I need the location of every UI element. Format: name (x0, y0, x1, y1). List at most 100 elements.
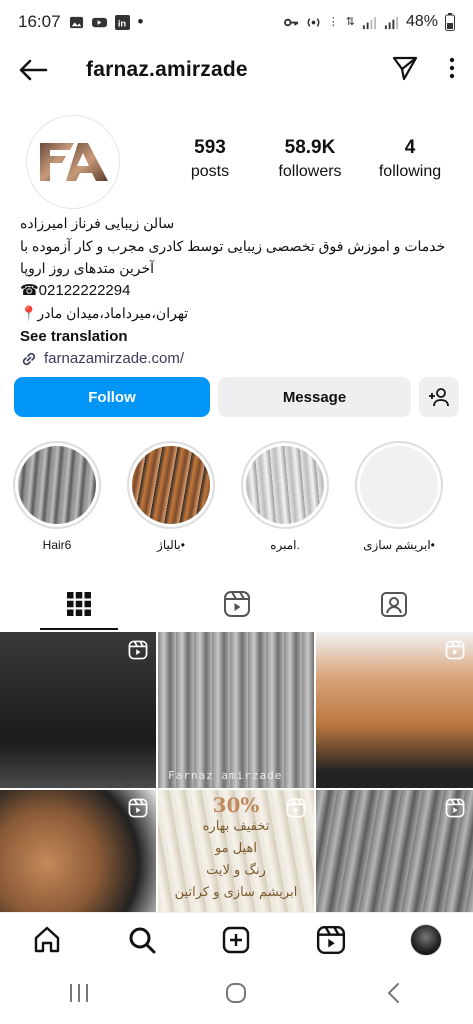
followers-count[interactable]: 58.9K followers (260, 137, 360, 181)
home-circle-icon (226, 982, 247, 1003)
share-button[interactable] (391, 54, 419, 87)
reels-icon (223, 591, 250, 617)
highlight-ring (355, 441, 443, 529)
reel-badge-icon (128, 798, 148, 818)
instagram-profile-screen: 16:07 in • ⋮ ⇅ 48% farnaz.amirzade 593 p… (0, 0, 473, 1024)
clock: 16:07 (18, 12, 61, 31)
post-watermark: Farnaz amirzade (168, 769, 283, 782)
system-navigation-bar (0, 966, 473, 1024)
nav-reels[interactable] (306, 915, 356, 965)
back-chevron-icon (387, 982, 400, 1003)
back-system-button[interactable] (382, 981, 406, 1010)
see-translation-link[interactable]: See translation (20, 326, 453, 349)
reel-badge-icon (445, 798, 465, 818)
posts-grid: Farnaz amirzade 30% تخفیف بهاره اهیل مو … (0, 632, 473, 912)
post-thumbnail[interactable] (0, 790, 156, 912)
nav-create[interactable] (211, 915, 261, 965)
signal-icon-2 (384, 16, 399, 29)
add-post-icon (223, 926, 250, 953)
bio-line-name: سالن زیبایی فرناز امیرزاده (20, 215, 175, 231)
website-text: farnazamirzade.com/ (44, 350, 185, 367)
post-thumbnail[interactable]: 30% تخفیف بهاره اهیل مو رنگ و لایت ابریش… (158, 790, 314, 912)
story-highlights: Hair6 •بالیاژ .امبره •ابریشم سازی (10, 441, 473, 561)
highlight-cover (18, 446, 96, 524)
home-icon (35, 926, 60, 952)
highlight-item[interactable]: •ابریشم سازی (352, 441, 446, 561)
promo-line: رنگ و لایت (206, 863, 266, 878)
highlight-label: •بالیاژ (157, 538, 185, 552)
tab-tagged[interactable] (315, 578, 473, 630)
tagged-icon (381, 592, 408, 617)
search-icon (129, 927, 156, 953)
nav-profile[interactable] (401, 915, 451, 965)
bio-website-link[interactable]: farnazamirzade.com/ (20, 348, 453, 371)
more-vertical-icon (449, 57, 455, 78)
follow-button[interactable]: Follow (14, 377, 210, 417)
nav-home[interactable] (22, 915, 72, 965)
home-system-button[interactable] (224, 981, 248, 1010)
link-icon (22, 353, 36, 366)
post-thumbnail[interactable] (316, 790, 473, 912)
post-thumbnail[interactable] (0, 632, 156, 788)
data-4g-icon: ⇅ (345, 15, 355, 28)
stat-label: following (378, 163, 442, 180)
reel-badge-icon (286, 798, 306, 818)
nav-search[interactable] (117, 915, 167, 965)
highlight-item[interactable]: Hair6 (10, 441, 104, 561)
highlight-ring (127, 441, 215, 529)
gallery-icon (69, 16, 83, 28)
stat-value: 4 (404, 137, 416, 158)
message-button[interactable]: Message (218, 377, 411, 417)
bio-phone[interactable]: ☎02122222294 (20, 280, 453, 303)
profile-stats: 593 posts 58.9K followers 4 following (160, 137, 460, 181)
profile-tabs (0, 578, 473, 630)
highlight-ring (13, 441, 101, 529)
brand-logo (40, 143, 108, 181)
status-bar: 16:07 in • ⋮ ⇅ 48% (0, 0, 473, 44)
highlight-item[interactable]: .امبره (238, 441, 332, 561)
svg-text:in: in (117, 18, 126, 28)
highlight-cover (360, 446, 438, 524)
linkedin-icon: in (114, 14, 130, 30)
grid-icon (66, 592, 91, 616)
bio-line-methods: آخرین متدهای روز اروپا (20, 260, 155, 276)
avatar (409, 923, 442, 956)
promo-line: اهیل مو (214, 841, 258, 856)
tab-reels[interactable] (158, 578, 316, 630)
bio-line-description: خدمات و اموزش فوق تخصصی زیبایی توسط کادر… (20, 237, 446, 254)
suggested-accounts-button[interactable] (419, 377, 459, 417)
posts-count[interactable]: 593 posts (160, 137, 260, 181)
profile-bio: سالن زیبایی فرناز امیرزاده خدمات و اموزش… (20, 212, 453, 371)
reel-badge-icon (128, 640, 148, 660)
reel-badge-icon (445, 640, 465, 660)
recent-apps-icon (69, 983, 88, 1002)
post-thumbnail[interactable] (316, 632, 473, 788)
reels-icon (317, 925, 346, 954)
key-icon (283, 18, 298, 26)
profile-header: farnaz.amirzade (0, 48, 473, 92)
volte-icon: ⋮ (327, 15, 339, 28)
following-count[interactable]: 4 following (360, 137, 460, 181)
battery-percent: 48% (405, 13, 438, 30)
status-right: ⋮ ⇅ 48% (283, 13, 455, 31)
bottom-navigation (0, 912, 473, 966)
highlight-item[interactable]: •بالیاژ (124, 441, 218, 561)
highlight-label: •ابریشم سازی (363, 538, 435, 552)
highlight-cover (132, 446, 210, 524)
stat-value: 593 (194, 137, 226, 158)
recent-apps-button[interactable] (67, 982, 91, 1009)
back-button[interactable] (18, 54, 50, 86)
tab-posts-grid[interactable] (0, 578, 158, 630)
profile-avatar[interactable] (26, 115, 120, 209)
promo-line: ابریشم سازی و کراتین (174, 885, 298, 900)
highlight-cover (246, 446, 324, 524)
profile-summary: 593 posts 58.9K followers 4 following (0, 113, 473, 209)
profile-actions: Follow Message (14, 377, 459, 417)
signal-icon-1 (362, 16, 377, 29)
more-options-button[interactable] (449, 57, 455, 84)
back-arrow-icon (19, 59, 48, 81)
send-icon (392, 56, 418, 80)
youtube-icon (91, 17, 107, 27)
post-thumbnail[interactable]: Farnaz amirzade (158, 632, 314, 788)
add-person-icon (429, 388, 449, 407)
